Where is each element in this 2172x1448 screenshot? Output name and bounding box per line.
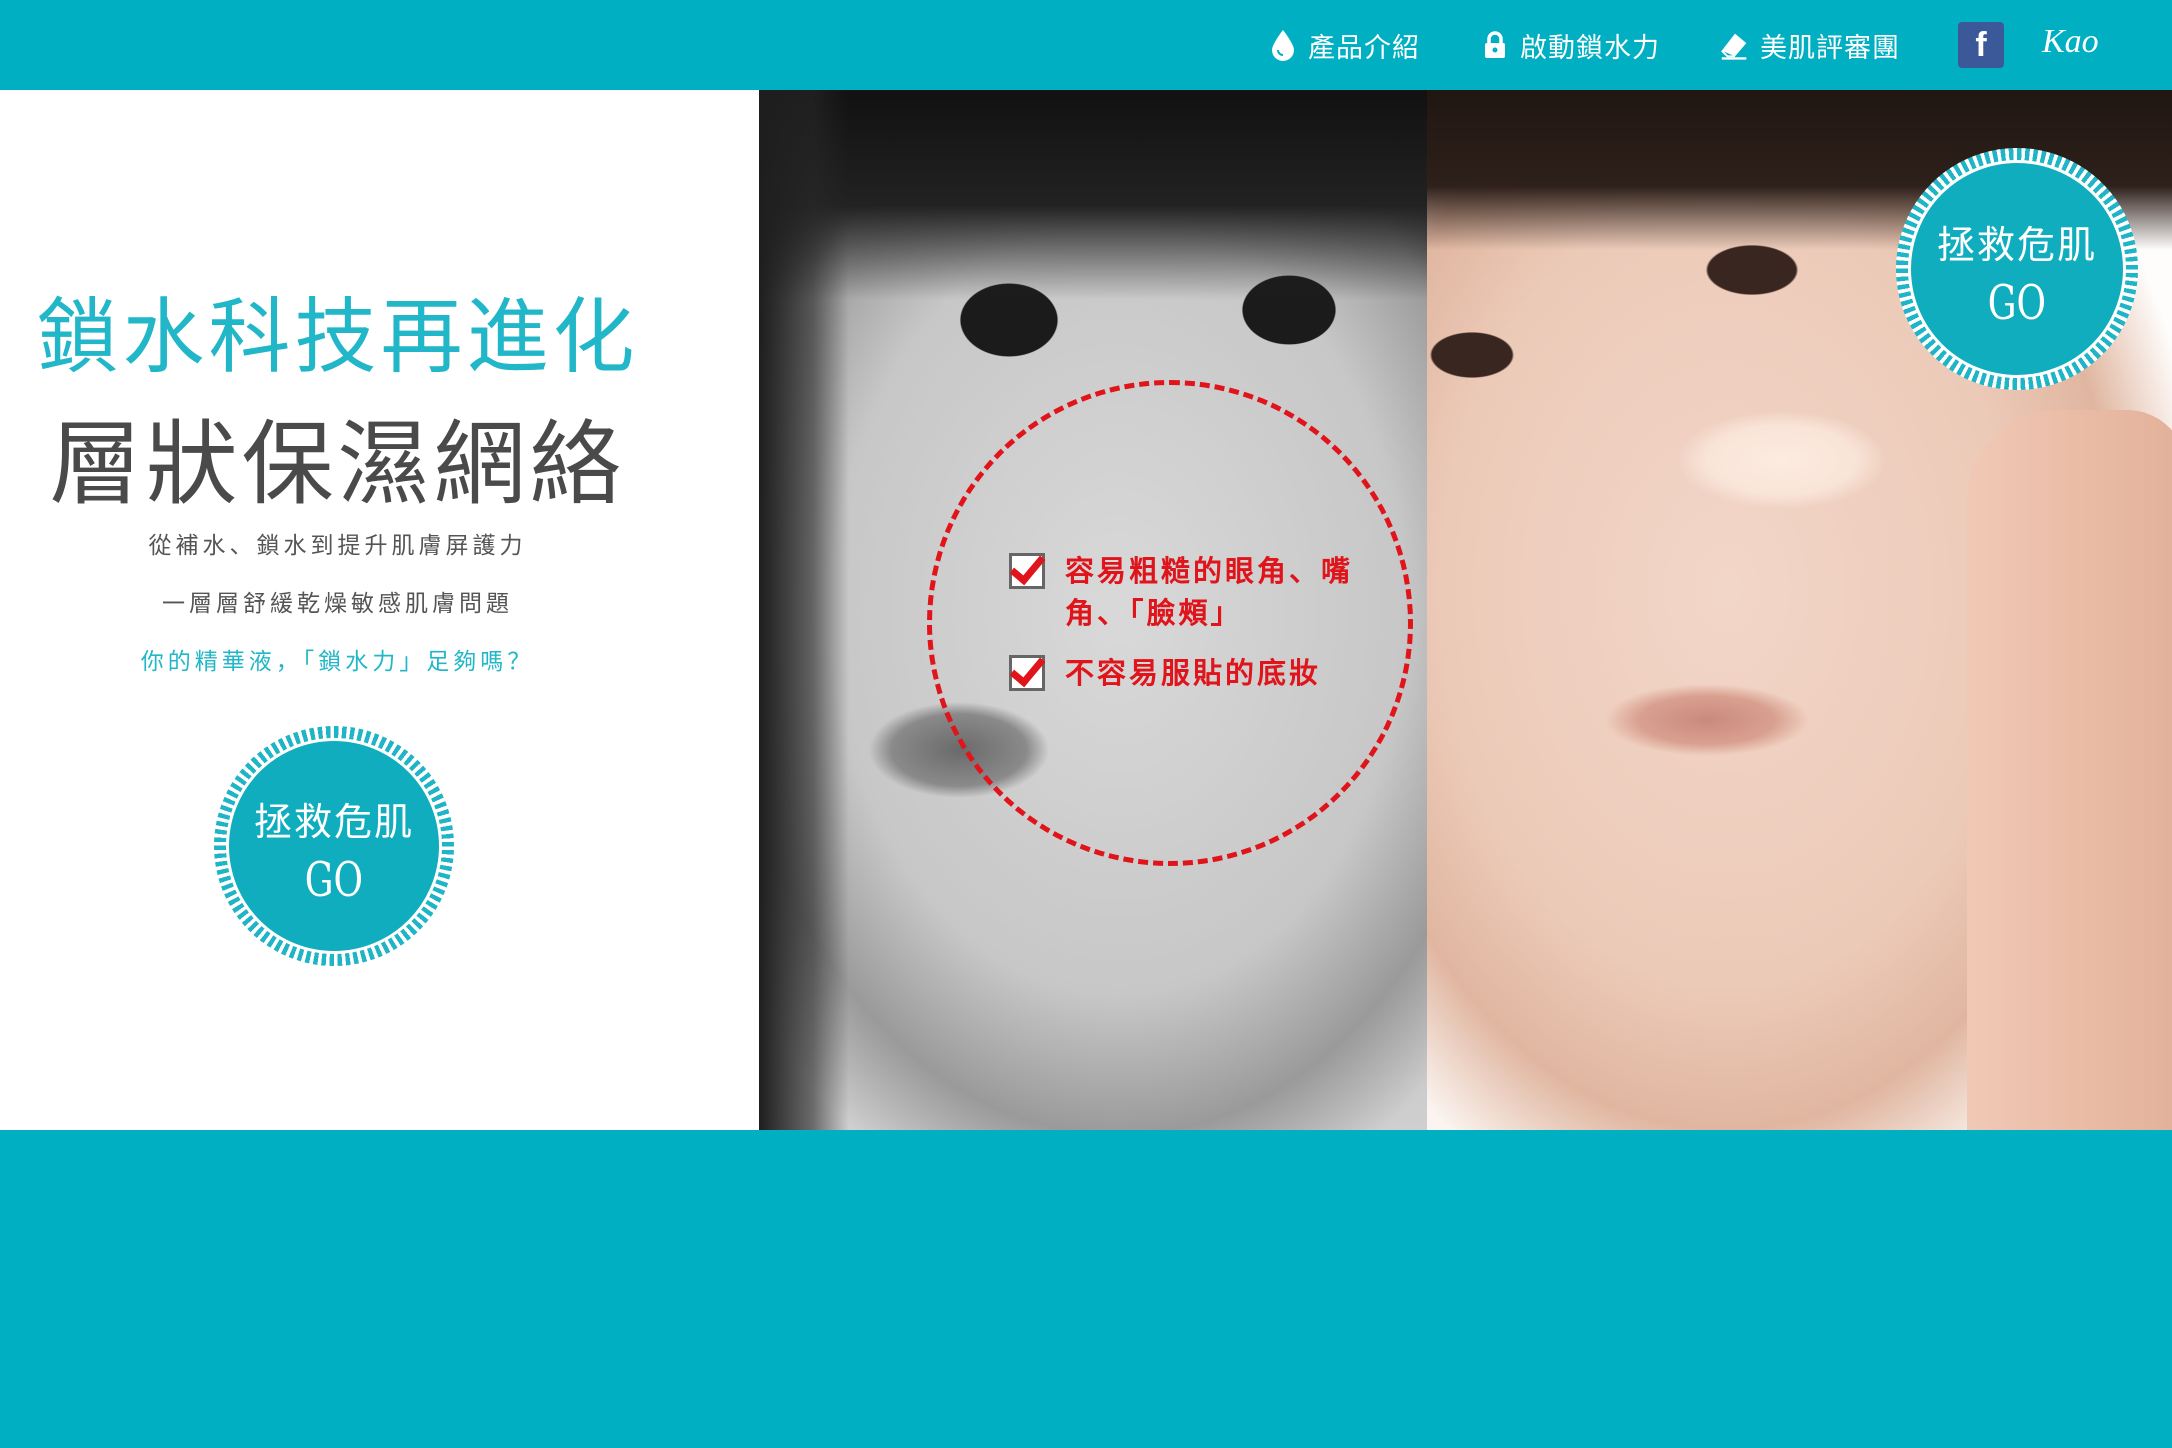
checklist-text: 不容易服貼的底妝 [1065,656,1322,690]
badge-inner [1908,160,2126,378]
photo-shadow [759,90,849,1130]
badge-inner [226,738,442,954]
water-drop-icon [1266,28,1300,62]
badge-go: GO [304,851,364,908]
hero-section: 鎖水科技再進化 層狀保濕網絡 從補水、鎖水到提升肌膚屏護力 一層層舒緩乾燥敏感肌… [0,90,2172,1130]
lock-icon [1478,28,1512,62]
checkbox-checked-icon [1009,553,1045,589]
checklist-item-2: 不容易服貼的底妝 [1009,652,1369,694]
checkbox-checked-icon [1009,655,1045,691]
bottom-band [0,1130,2172,1448]
badge-label: 拯救危肌 [1936,222,2097,267]
rescue-skin-go-button[interactable]: 拯救危肌 GO [214,726,454,966]
subtitle-line-2: 一層層舒緩乾燥敏感肌膚問題 [162,591,513,617]
nav-item-label: 產品介紹 [1308,32,1420,64]
facebook-label: f [1975,25,1987,64]
badge-label: 拯救危肌 [253,799,414,844]
dry-skin-photo: 容易粗糙的眼角、嘴角、「臉頰」 不容易服貼的底妝 [759,90,1427,1130]
headline-secondary: 層狀保濕網絡 [49,411,626,518]
kao-logo[interactable]: Kao [2040,10,2160,80]
subtitle-question: 你的精華液，「鎖水力」足夠嗎？ [140,649,535,675]
nav-item-review-panel[interactable]: 美肌評審團 [1718,26,1900,65]
checklist-item-1: 容易粗糙的眼角、嘴角、「臉頰」 [1009,550,1369,634]
rescue-skin-go-button-photo[interactable]: 拯救危肌 GO [1896,148,2138,390]
logo-text: Kao [2041,23,2099,60]
subtitle-line-1: 從補水、鎖水到提升肌膚屏護力 [148,533,527,559]
nav-item-label: 啟動鎖水力 [1520,32,1660,64]
photo-hand [1967,410,2172,1130]
facebook-icon[interactable]: f [1958,22,2004,68]
top-navigation-bar: 產品介紹 啟動鎖水力 美肌評審團 f Kao [0,0,2172,90]
eraser-icon [1718,28,1752,62]
badge-go: GO [1987,274,2047,331]
photo-hair [759,90,1427,300]
main-nav: 產品介紹 啟動鎖水力 美肌評審團 f Kao [1266,0,2172,90]
nav-item-lock-moisture[interactable]: 啟動鎖水力 [1478,26,1660,65]
nav-item-label: 美肌評審團 [1760,32,1900,64]
nav-item-products[interactable]: 產品介紹 [1266,26,1420,65]
hero-text-panel: 鎖水科技再進化 層狀保濕網絡 從補水、鎖水到提升肌膚屏護力 一層層舒緩乾燥敏感肌… [0,90,759,1130]
checklist-text: 容易粗糙的眼角、嘴角、「臉頰」 [1065,554,1354,630]
headline-primary: 鎖水科技再進化 [36,290,639,385]
